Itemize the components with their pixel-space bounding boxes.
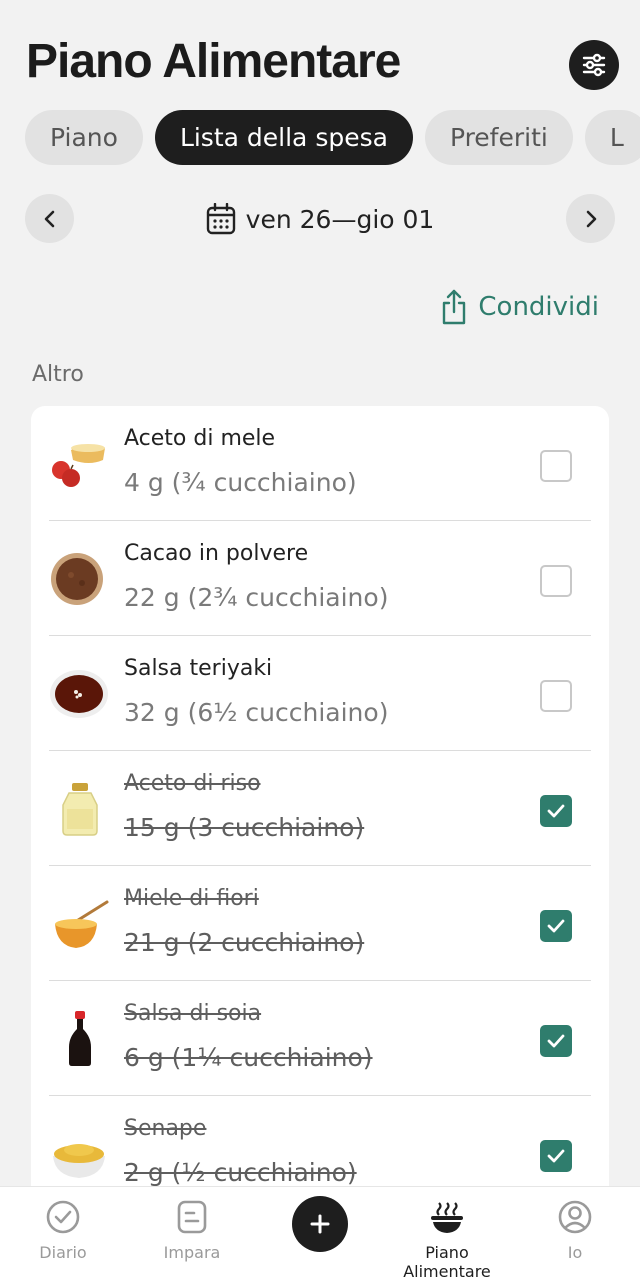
soy-sauce-image — [69, 1011, 91, 1066]
previous-week-button[interactable] — [25, 194, 74, 243]
filter-settings-button[interactable] — [569, 40, 619, 90]
item-quantity: 32 g (6½ cucchiaino) — [124, 698, 389, 727]
item-name: Salsa teriyaki — [124, 656, 273, 681]
chevron-right-icon — [586, 210, 596, 227]
apple-vinegar-image — [52, 444, 105, 487]
tabbar-io[interactable]: Io — [510, 1197, 640, 1262]
item-quantity: 15 g (3 cucchiaino) — [124, 813, 365, 842]
item-name: Aceto di mele — [124, 426, 276, 451]
item-name: Cacao in polvere — [124, 541, 309, 566]
item-checkbox[interactable] — [540, 910, 572, 942]
list-item[interactable]: Miele di fiori 21 g (2 cucchiaino) — [31, 866, 609, 981]
teriyaki-sauce-image — [50, 670, 108, 718]
list-item[interactable]: Cacao in polvere 22 g (2¾ cucchiaino) — [31, 521, 609, 636]
list-item[interactable]: Salsa di soia 6 g (1¼ cucchiaino) — [31, 981, 609, 1096]
item-name: Senape — [124, 1116, 207, 1141]
tab-more[interactable]: L — [584, 110, 640, 165]
next-week-button[interactable] — [566, 194, 615, 243]
list-item[interactable]: Aceto di riso 15 g (3 cucchiaino) — [31, 751, 609, 866]
tabbar-label: Io — [567, 1243, 583, 1262]
page-title: Piano Alimentare — [26, 35, 401, 88]
check-icon — [547, 1034, 565, 1048]
tab-preferiti[interactable]: Preferiti — [424, 110, 573, 165]
share-button[interactable]: Condividi — [440, 288, 599, 326]
check-icon — [547, 919, 565, 933]
share-icon — [443, 289, 466, 325]
tabbar-label: Impara — [163, 1243, 221, 1262]
tab-bar: Piano Lista della spesa Preferiti L — [25, 110, 640, 165]
tabbar-diario[interactable]: Diario — [0, 1197, 128, 1262]
honey-image — [55, 900, 109, 948]
tabbar-impara[interactable]: Impara — [127, 1197, 257, 1262]
item-quantity: 2 g (½ cucchiaino) — [124, 1158, 357, 1187]
item-quantity: 21 g (2 cucchiaino) — [124, 928, 365, 957]
item-checkbox[interactable] — [540, 1025, 572, 1057]
check-circle-icon — [46, 1200, 80, 1234]
item-name: Miele di fiori — [124, 886, 259, 911]
date-range[interactable]: ven 26—gio 01 — [0, 198, 640, 240]
tabbar-label: Piano Alimentare — [403, 1243, 491, 1281]
cocoa-powder-image — [51, 553, 103, 605]
check-icon — [547, 804, 565, 818]
item-checkbox[interactable] — [540, 450, 572, 482]
tab-lista-della-spesa[interactable]: Lista della spesa — [154, 110, 413, 165]
date-range-label: ven 26—gio 01 — [245, 204, 435, 234]
item-name: Aceto di riso — [124, 771, 261, 796]
sliders-icon — [582, 53, 606, 77]
tabbar-label: Diario — [39, 1243, 87, 1262]
tabbar-piano-alimentare[interactable]: Piano Alimentare — [382, 1197, 512, 1281]
section-label: Altro — [32, 362, 84, 387]
shopping-list-card: Aceto di mele 4 g (¾ cucchiaino) Cacao i… — [31, 406, 609, 1206]
item-name: Salsa di soia — [124, 1001, 262, 1026]
item-checkbox[interactable] — [540, 565, 572, 597]
item-checkbox[interactable] — [540, 795, 572, 827]
item-quantity: 4 g (¾ cucchiaino) — [124, 468, 357, 497]
profile-icon — [558, 1200, 592, 1234]
check-icon — [547, 1149, 565, 1163]
food-bowl-icon — [431, 1202, 463, 1233]
item-checkbox[interactable] — [540, 1140, 572, 1172]
rice-vinegar-image — [62, 783, 98, 836]
tab-piano[interactable]: Piano — [25, 110, 143, 165]
chevron-left-icon — [44, 210, 54, 227]
calendar-icon — [206, 203, 235, 235]
item-quantity: 6 g (1¼ cucchiaino) — [124, 1043, 373, 1072]
add-button[interactable] — [292, 1196, 348, 1252]
list-item[interactable]: Salsa teriyaki 32 g (6½ cucchiaino) — [31, 636, 609, 751]
plus-icon — [310, 1214, 330, 1234]
document-icon — [177, 1200, 207, 1234]
item-checkbox[interactable] — [540, 680, 572, 712]
item-quantity: 22 g (2¾ cucchiaino) — [124, 583, 389, 612]
share-label: Condividi — [478, 292, 599, 322]
list-item[interactable]: Aceto di mele 4 g (¾ cucchiaino) — [31, 406, 609, 521]
mustard-image — [53, 1144, 105, 1178]
